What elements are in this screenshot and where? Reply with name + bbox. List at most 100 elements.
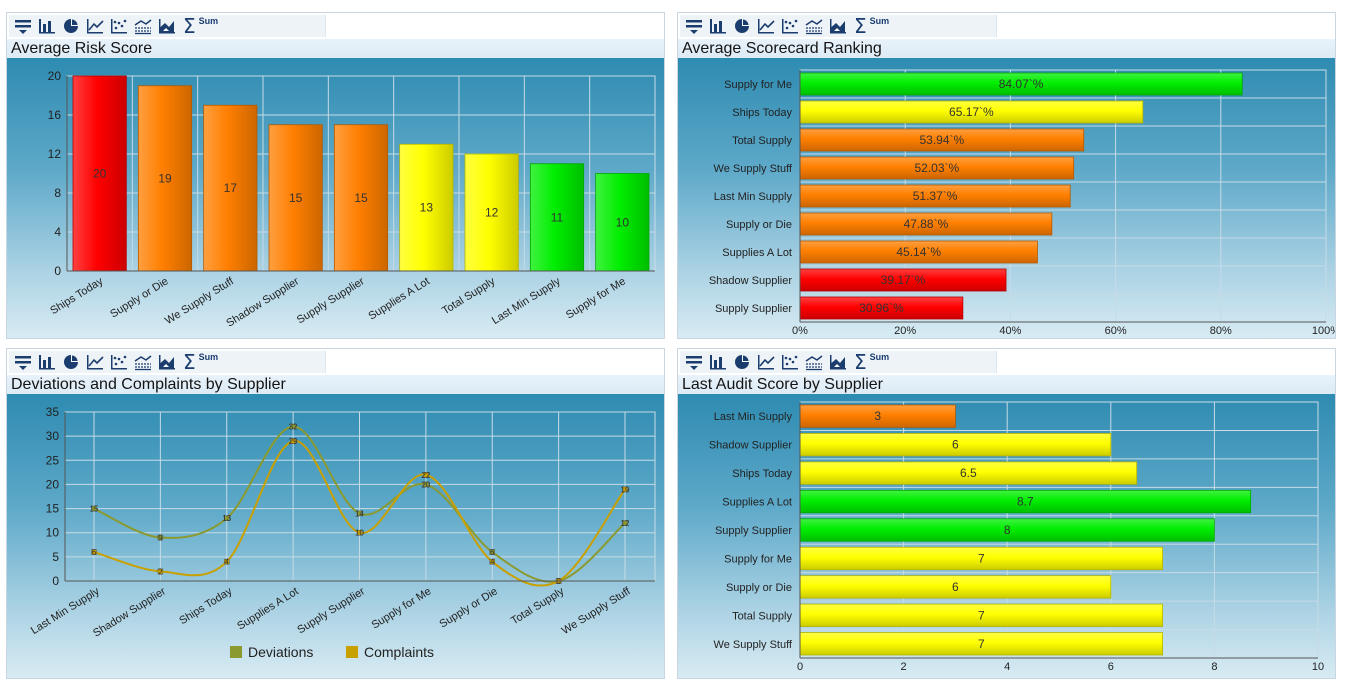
sigma-icon[interactable]: Σ: [183, 352, 196, 372]
multi-line-chart-icon[interactable]: [804, 17, 824, 35]
y-tick-label: Supply Supplier: [715, 525, 792, 537]
data-label: 19: [158, 171, 172, 185]
pie-chart-icon[interactable]: [61, 353, 81, 371]
data-label: 8.7: [1017, 495, 1034, 509]
x-tick-label: Ships Today: [177, 585, 234, 627]
data-label: 53.94`%: [920, 133, 965, 147]
bar-chart-icon[interactable]: [37, 353, 57, 371]
scatter-chart-icon[interactable]: [109, 353, 129, 371]
y-tick-label: 30: [46, 429, 60, 443]
risk-score-panel: Σ Sum Average Risk Score 0 4 8 12 16 20 20 Ships…: [6, 12, 665, 339]
x-tick-label: 80%: [1210, 325, 1232, 337]
legend-swatch: [230, 646, 242, 658]
chart-title: Last Audit Score by Supplier: [678, 375, 1335, 394]
data-label: 45.14`%: [896, 245, 941, 259]
x-tick-label: 10: [1312, 661, 1324, 673]
scatter-chart-icon[interactable]: [780, 353, 800, 371]
y-tick-label: 12: [48, 147, 62, 161]
sigma-icon[interactable]: Σ: [854, 352, 867, 372]
sum-label[interactable]: Sum: [870, 16, 890, 26]
data-label: 15: [289, 191, 303, 205]
sum-label[interactable]: Sum: [870, 352, 890, 362]
line-chart-icon[interactable]: [756, 17, 776, 35]
y-tick-label: Supplies A Lot: [722, 247, 792, 259]
data-label: 4: [225, 558, 230, 567]
pie-chart-icon[interactable]: [732, 17, 752, 35]
legend-swatch: [346, 646, 358, 658]
area-chart-icon[interactable]: [157, 353, 177, 371]
data-label: 7: [978, 637, 985, 651]
data-label: 8: [1004, 523, 1011, 537]
x-tick-label: 0: [797, 661, 803, 673]
data-label: 11: [551, 210, 564, 224]
x-tick-label: 2: [901, 661, 907, 673]
area-chart-icon[interactable]: [828, 17, 848, 35]
sum-label[interactable]: Sum: [199, 352, 219, 362]
filter-icon[interactable]: [684, 353, 704, 371]
plot-area: 0 4 8 12 16 20 20 Ships Today 19 Supply or Die 17 W…: [7, 58, 664, 338]
plot-area: 0 2 4 6 8 10 3 Last Min Supply 6 Shadow Supplier 6…: [678, 394, 1335, 678]
multi-line-chart-icon[interactable]: [133, 353, 153, 371]
sum-label[interactable]: Sum: [199, 16, 219, 26]
data-label: 52.03`%: [914, 161, 959, 175]
pie-chart-icon[interactable]: [732, 353, 752, 371]
filter-icon[interactable]: [13, 17, 33, 35]
chart-title: Average Scorecard Ranking: [678, 39, 1335, 58]
data-label: 39.17`%: [881, 273, 926, 287]
data-label: 20: [93, 167, 107, 181]
x-tick-label: 60%: [1105, 325, 1127, 337]
pie-chart-icon[interactable]: [61, 17, 81, 35]
line-chart-icon[interactable]: [85, 17, 105, 35]
chart-toolbar: Σ Sum: [7, 349, 664, 375]
risk-score-chart: 04812162020Ships Today19Supply or Die17W…: [48, 69, 656, 330]
data-label: 15: [90, 505, 99, 514]
x-tick-label: 8: [1211, 661, 1217, 673]
bar-chart-icon[interactable]: [37, 17, 57, 35]
data-label: 51.37`%: [913, 189, 958, 203]
data-label: 10: [355, 529, 364, 538]
y-tick-label: Supply for Me: [724, 553, 792, 565]
plot-area: 0 5 10 15 20 25 30 35 Last Min Supply Shadow Supp…: [7, 394, 664, 678]
chart-toolbar: Σ Sum: [678, 349, 1335, 375]
x-tick-label: Total Supply: [509, 585, 567, 627]
y-tick-label: Shadow Supplier: [709, 275, 793, 287]
y-tick-label: 5: [52, 550, 59, 564]
toolbar-buttons: Σ Sum: [680, 15, 997, 37]
x-tick-label: 6: [1108, 661, 1114, 673]
data-label: 84.07`%: [999, 77, 1044, 91]
y-tick-label: Supplies A Lot: [722, 497, 792, 509]
audit-score-chart: 0 2 4 6 8 10 3 Last Min Supply 6 Shadow Supplier 6…: [709, 401, 1324, 673]
data-label: 10: [616, 215, 630, 229]
area-chart-icon[interactable]: [157, 17, 177, 35]
data-label: 6.5: [960, 466, 977, 480]
data-label: 12: [621, 519, 630, 528]
area-chart-icon[interactable]: [828, 353, 848, 371]
multi-line-chart-icon[interactable]: [133, 17, 153, 35]
data-label: 15: [354, 191, 368, 205]
x-tick-label: Supply Supplier: [295, 275, 367, 326]
bar-chart-icon[interactable]: [708, 17, 728, 35]
multi-line-chart-icon[interactable]: [804, 353, 824, 371]
y-tick-label: We Supply Stuff: [714, 163, 793, 175]
x-tick-label: Ships Today: [48, 275, 105, 317]
plot-area: 0% 20% 40% 60% 80% 100% 84.07`% Supply for Me 65…: [678, 58, 1335, 338]
data-label: 20: [421, 480, 430, 489]
y-tick-label: Last Min Supply: [714, 411, 793, 423]
sigma-icon[interactable]: Σ: [183, 16, 196, 36]
sigma-icon[interactable]: Σ: [854, 16, 867, 36]
data-label: 3: [874, 409, 881, 423]
chart-toolbar: Σ Sum: [7, 13, 664, 39]
filter-icon[interactable]: [684, 17, 704, 35]
scatter-chart-icon[interactable]: [109, 17, 129, 35]
line-chart-icon[interactable]: [756, 353, 776, 371]
filter-icon[interactable]: [13, 353, 33, 371]
data-label: 65.17`%: [949, 105, 994, 119]
bar-chart-icon[interactable]: [708, 353, 728, 371]
data-label: 13: [222, 514, 231, 523]
scatter-chart-icon[interactable]: [780, 17, 800, 35]
y-tick-label: 4: [54, 225, 61, 239]
chart-title: Average Risk Score: [7, 39, 664, 58]
toolbar-buttons: Σ Sum: [9, 15, 326, 37]
line-chart-icon[interactable]: [85, 353, 105, 371]
x-tick-label: Supply for Me: [370, 585, 434, 631]
